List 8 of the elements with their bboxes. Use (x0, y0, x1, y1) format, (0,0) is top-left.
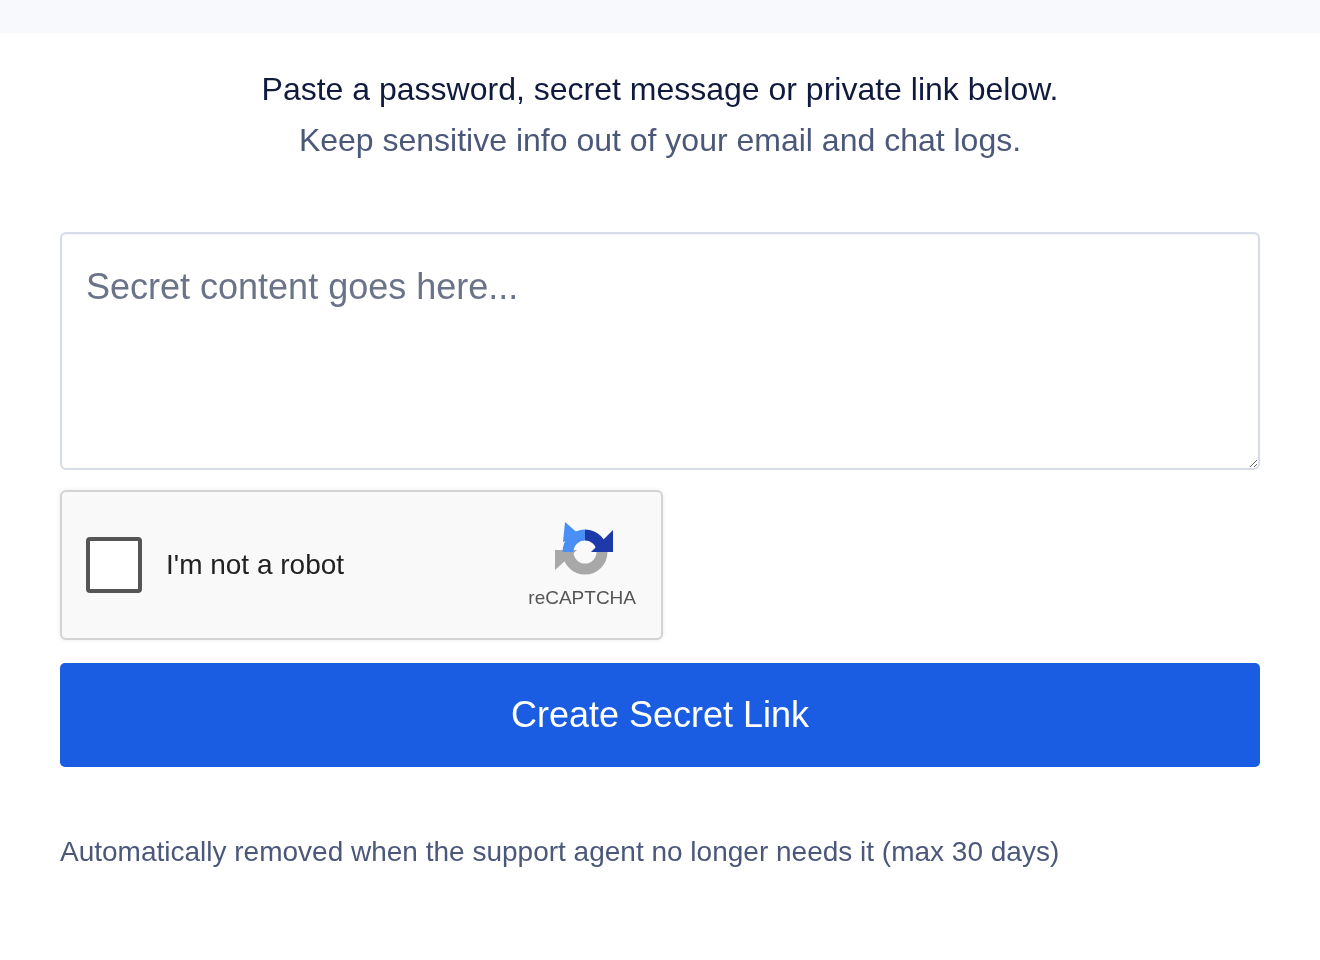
text-field[interactable]: Secret content goes here... (60, 232, 1260, 470)
note-text: Automatically removed when the support agent no longer needs it (max 30 days) (60, 835, 1061, 869)
brand-text: reCAPTCHA (528, 586, 636, 610)
subline-text: Keep sensitive info out of your email and chat logs. (297, 121, 1023, 160)
headline-text: Paste a password, secret message or private link below. (260, 70, 1060, 109)
captcha-label: I'm not a robot (166, 548, 345, 582)
create-link-button[interactable]: Create Secret Link (60, 663, 1260, 767)
checkbox[interactable] (86, 537, 142, 593)
